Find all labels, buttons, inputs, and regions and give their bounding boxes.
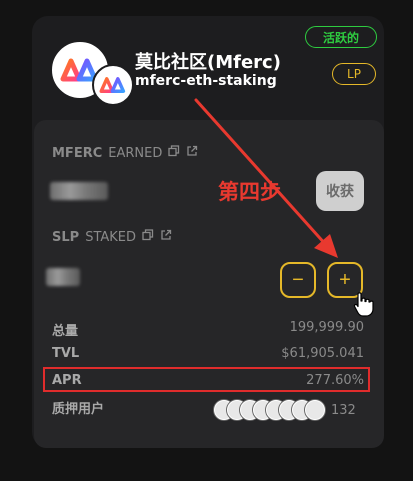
copy-icon[interactable] bbox=[168, 145, 180, 161]
staked-label: STAKED bbox=[85, 229, 137, 245]
tvl-value: $61,905.041 bbox=[281, 346, 364, 361]
eth-logo-icon bbox=[92, 64, 134, 106]
total-label: 总量 bbox=[52, 324, 79, 339]
earned-token: MFERC bbox=[52, 145, 103, 161]
total-row: 总量 199,999.90 bbox=[52, 320, 364, 339]
pool-pair: mferc-eth-staking bbox=[135, 73, 277, 89]
stakers-label: 质押用户 bbox=[52, 402, 105, 417]
external-link-icon[interactable] bbox=[160, 229, 172, 245]
total-value: 199,999.90 bbox=[289, 320, 364, 335]
earned-label: EARNED bbox=[108, 145, 163, 161]
stakers-avatars: 132 bbox=[214, 400, 356, 420]
staked-token: SLP bbox=[52, 229, 80, 245]
earned-amount-redacted bbox=[50, 182, 108, 200]
lp-badge: LP bbox=[332, 63, 376, 85]
unstake-button[interactable]: − bbox=[280, 262, 316, 298]
status-badge: 活跃的 bbox=[305, 26, 377, 48]
tvl-label: TVL bbox=[52, 346, 80, 361]
tvl-row: TVL $61,905.041 bbox=[52, 346, 364, 361]
earned-label-row: MFERC EARNED bbox=[52, 145, 198, 161]
external-link-icon[interactable] bbox=[186, 145, 198, 161]
apr-highlight-box bbox=[43, 367, 370, 392]
copy-icon[interactable] bbox=[142, 229, 154, 245]
stakers-count: 132 bbox=[331, 402, 356, 418]
harvest-button[interactable]: 收获 bbox=[316, 171, 364, 211]
staker-avatar bbox=[305, 400, 325, 420]
step-annotation: 第四步 bbox=[218, 180, 281, 204]
stake-button[interactable]: + bbox=[327, 262, 363, 298]
stakers-row: 质押用户 bbox=[52, 398, 172, 417]
pool-title: 莫比社区(Mferc) bbox=[135, 52, 281, 73]
staked-amount-redacted bbox=[46, 268, 80, 286]
staked-label-row: SLP STAKED bbox=[52, 229, 172, 245]
